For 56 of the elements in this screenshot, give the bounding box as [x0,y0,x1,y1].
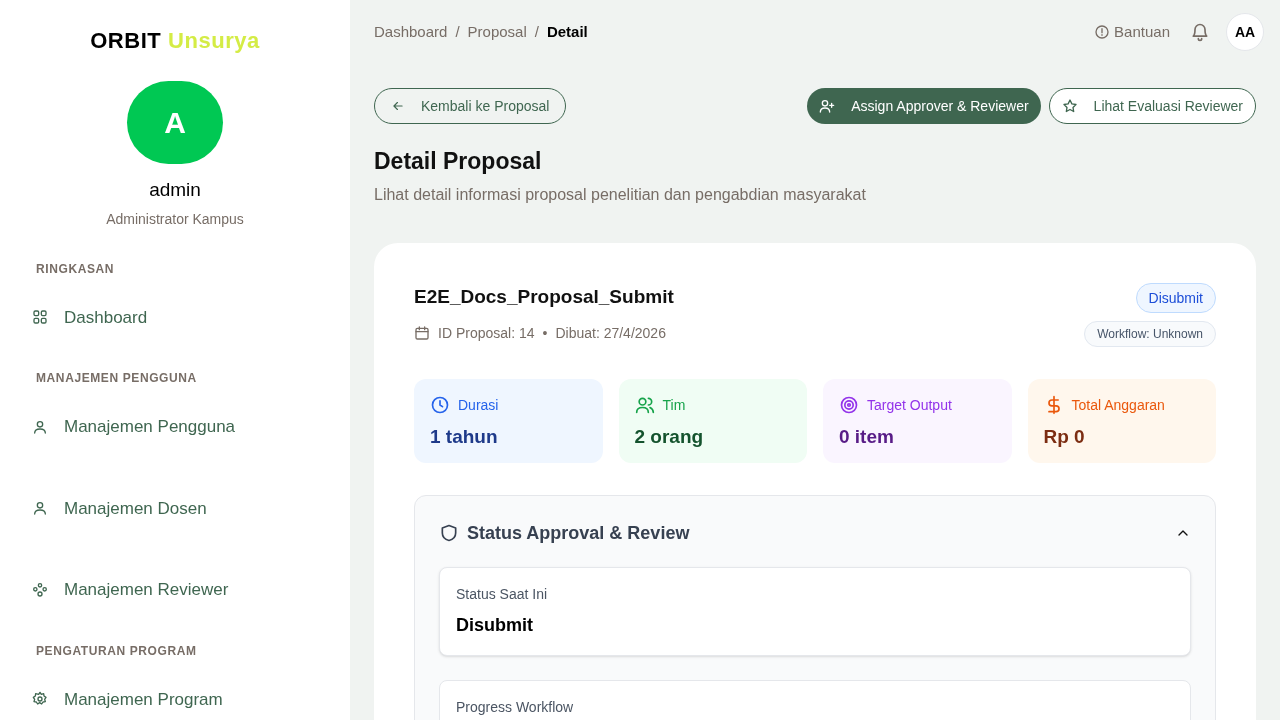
stat-label: Total Anggaran [1071,395,1165,415]
separator-dot: • [542,324,548,343]
sidebar-item[interactable]: Dashboard [32,296,318,338]
stat-value: 0 item [839,424,895,449]
user-role: Administrator Kampus [105,209,245,229]
arrow-left-icon [391,99,405,113]
target-icon [839,394,859,415]
stat-value: Rp 0 [1043,424,1086,449]
proposal-id: ID Proposal: 14 [438,324,535,343]
notification-button[interactable] [1190,22,1210,42]
status-value: Disubmit [456,613,534,637]
user-avatar: A [127,81,223,164]
workflow-label: Progress Workflow [456,697,575,717]
user-avatar[interactable]: AA [1226,13,1264,51]
section-heading: RINGKASAN [35,260,116,277]
help-link[interactable]: Bantuan [1094,20,1170,44]
stat-label: Tim [662,395,686,415]
workflow-badge: Workflow: Unknown [1084,320,1216,347]
user-icon [32,418,48,435]
section-heading: PENGATURAN PROGRAM [35,642,198,659]
created-date: Dibuat: 27/4/2026 [555,324,666,343]
breadcrumb-separator: / [455,21,460,42]
status-label: Status Saat Ini [456,584,549,604]
brand-logo: ORBIT Unsurya [89,27,261,55]
user-plus-icon [819,98,836,114]
sidebar-item[interactable]: Manajemen Dosen [32,487,318,529]
proposal-title: E2E_Docs_Proposal_Submit [414,284,675,309]
page-title: Detail Proposal [374,147,543,176]
sidebar-item[interactable]: Manajemen Program [32,678,318,720]
sidebar-item[interactable]: Manajemen Reviewer [32,569,318,611]
assign-button[interactable]: Assign Approver & Reviewer [807,88,1041,124]
stat-value: 1 tahun [430,424,499,449]
page-subtitle: Lihat detail informasi proposal penelitian dan pengabdian masyarakat [374,184,867,205]
breadcrumb-link[interactable]: Dashboard [374,20,448,44]
stat-value: 2 orang [634,424,705,449]
star-icon [1061,98,1078,114]
sidebar-item[interactable]: Manajemen Pengguna [32,406,318,448]
panel-title: Status Approval & Review [467,521,691,545]
help-icon [1094,24,1111,40]
stat-label: Target Output [867,395,952,415]
section-heading: MANAJEMEN PENGGUNA [35,370,198,386]
evaluation-button[interactable]: Lihat Evaluasi Reviewer [1048,88,1256,124]
clock-icon [430,394,450,415]
settings-icon [32,691,48,708]
calendar-icon [414,325,430,341]
status-badge: Disubmit [1135,282,1216,313]
breadcrumb-link[interactable]: Detail [546,20,588,44]
shield-icon [439,523,459,543]
people-icon [32,581,48,598]
stat-label: Durasi [458,395,499,415]
breadcrumb-separator: / [534,21,539,42]
bell-icon [1190,22,1210,42]
user-name: admin [148,178,202,202]
breadcrumb-link[interactable]: Proposal [467,20,527,44]
grid-icon [32,309,48,326]
user-icon [32,500,48,517]
